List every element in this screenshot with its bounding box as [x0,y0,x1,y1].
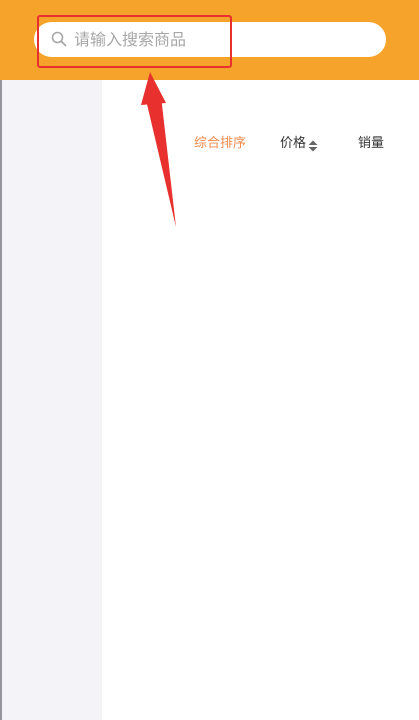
sort-price-tab[interactable]: 价格 [280,132,318,156]
category-sidebar[interactable] [2,80,102,720]
sort-arrows-icon [308,137,318,151]
product-content: 综合排序 价格 销量 [102,80,419,720]
search-input[interactable] [74,22,374,57]
search-bar[interactable] [34,22,386,57]
sort-comprehensive-tab[interactable]: 综合排序 [194,132,246,156]
search-icon [51,31,67,47]
sort-bar: 综合排序 价格 销量 [102,132,419,156]
header [0,0,419,80]
sort-sales-tab[interactable]: 销量 [358,132,384,156]
sort-price-label: 价格 [280,136,307,151]
